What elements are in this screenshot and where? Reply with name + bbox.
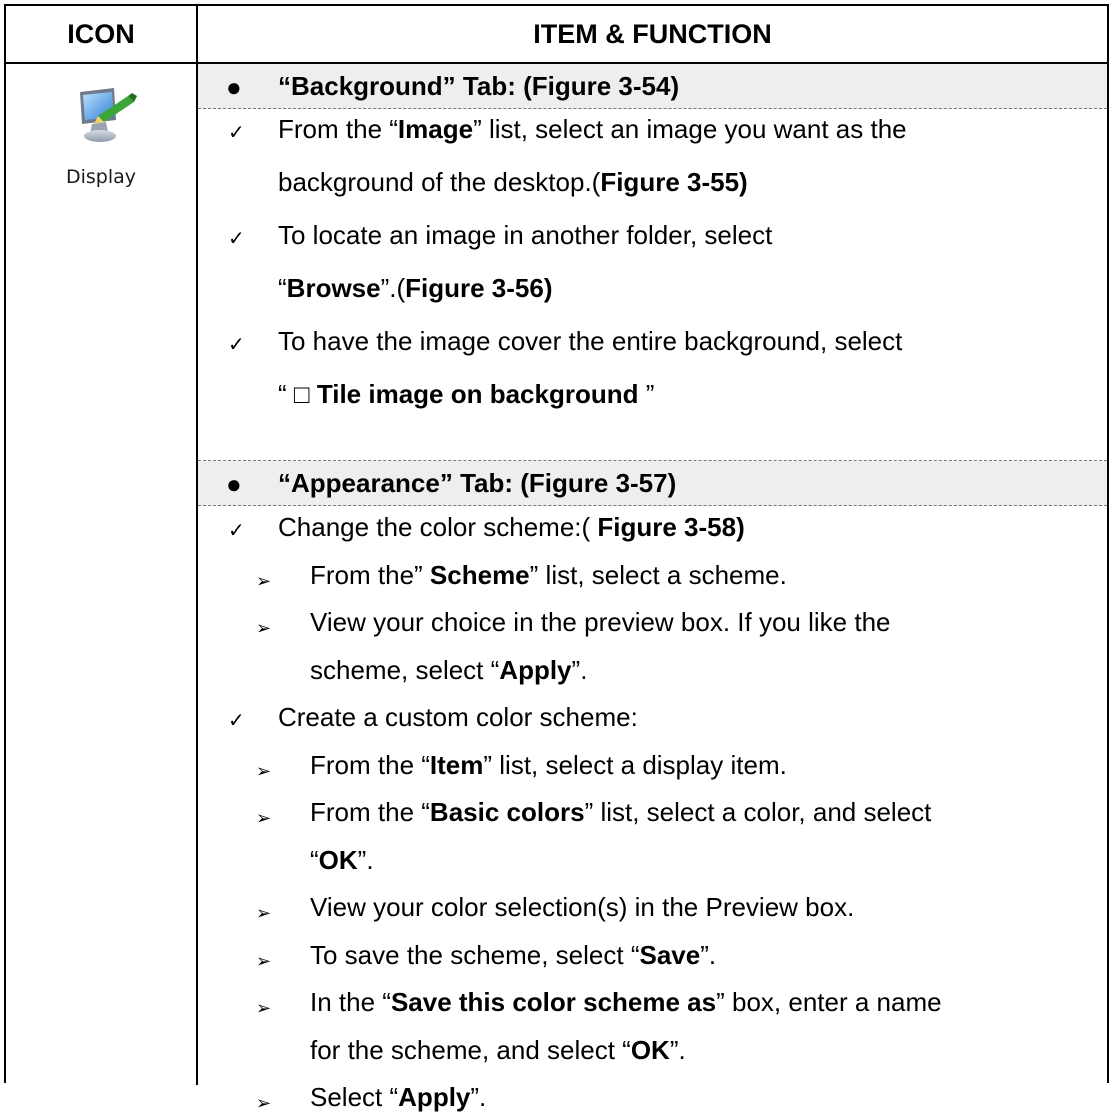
text-fragment: for the scheme, and select “ xyxy=(310,1034,631,1065)
text-fragment: “ xyxy=(278,273,287,303)
bold-term: Save this color scheme as xyxy=(390,987,717,1017)
list-item-text: background of the desktop.(Figure 3-55) xyxy=(278,167,748,197)
bold-term: Apply xyxy=(499,654,572,685)
checkmark-icon: ✓ xyxy=(228,228,245,250)
background-tab-heading: ● “Background” Tab: (Figure 3-54) xyxy=(198,64,1107,109)
text-fragment: To save the scheme, select “ xyxy=(310,939,640,970)
arrow-bullet-icon: ➢ xyxy=(256,618,272,638)
arrow-bullet-icon: ➢ xyxy=(256,1093,272,1113)
text-fragment: Select “ xyxy=(310,1082,399,1112)
bold-term: Figure 3-58) xyxy=(597,512,745,542)
text-fragment: From the “ xyxy=(278,114,398,144)
arrow-bullet-icon: ➢ xyxy=(256,998,272,1018)
list-item-text: “OK”. xyxy=(310,845,374,875)
text-fragment: Change the color scheme:( xyxy=(278,512,598,542)
checkmark-icon: ✓ xyxy=(228,334,245,356)
list-item-text: View your choice in the preview box. If … xyxy=(310,607,891,637)
bold-term: Basic colors xyxy=(429,797,585,827)
list-item-text: for the scheme, and select “OK”. xyxy=(310,1035,686,1065)
list-item-text: View your color selection(s) in the Prev… xyxy=(310,892,854,922)
text-fragment: ” xyxy=(638,379,655,409)
bold-term: Browse xyxy=(286,273,381,303)
text-fragment: ” list, select a display item. xyxy=(483,749,787,780)
bold-term: Save xyxy=(639,939,701,970)
list-item-text: “Browse”.(Figure 3-56) xyxy=(278,273,553,303)
bold-term: Figure 3-56) xyxy=(405,273,553,303)
display-icon-label: Display xyxy=(65,166,137,188)
checkmark-icon: ✓ xyxy=(228,520,245,542)
text-fragment: ” box, enter a name xyxy=(716,987,942,1017)
text-fragment: ”. xyxy=(357,844,374,875)
header-icon-column: ICON xyxy=(6,6,198,62)
bold-term: Tile image on background xyxy=(316,379,639,409)
header-function-column: ITEM & FUNCTION xyxy=(533,18,772,49)
list-item-text: To locate an image in another folder, se… xyxy=(278,220,772,250)
list-item-text: Change the color scheme:( Figure 3-58) xyxy=(278,512,745,542)
bold-term: Image xyxy=(397,114,474,144)
list-item-text: scheme, select “Apply”. xyxy=(310,655,587,685)
list-item-text: From the” Scheme” list, select a scheme. xyxy=(310,560,787,590)
text-fragment: View your color selection(s) in the Prev… xyxy=(310,892,855,922)
text-fragment: ” list, select an image you want as the xyxy=(473,114,907,144)
text-fragment: Create a custom color scheme: xyxy=(278,702,638,732)
text-fragment: From the” xyxy=(310,559,430,590)
function-cell: ● “Background” Tab: (Figure 3-54) ✓ From … xyxy=(198,64,1107,1113)
arrow-bullet-icon: ➢ xyxy=(256,760,272,781)
arrow-bullet-icon: ➢ xyxy=(256,950,272,971)
text-fragment: scheme, select “ xyxy=(310,654,500,685)
text-fragment: To locate an image in another folder, se… xyxy=(278,220,773,250)
checkmark-icon: ✓ xyxy=(228,710,245,732)
list-item-text: “ □ Tile image on background ” xyxy=(278,379,654,409)
text-fragment: View your choice in the preview box. If … xyxy=(310,607,891,637)
list-item-text: From the “Image” list, select an image y… xyxy=(278,114,907,144)
list-item-text: Select “Apply”. xyxy=(310,1082,486,1112)
text-fragment: ”. xyxy=(470,1082,487,1112)
list-item-text: To have the image cover the entire backg… xyxy=(278,326,902,356)
function-table: ICON ITEM & FUNCTION Display ● “Backgrou… xyxy=(4,4,1109,1113)
text-fragment: ” list, select a scheme. xyxy=(529,559,787,590)
text-fragment: From the “ xyxy=(310,797,430,827)
text-fragment: “ □ xyxy=(278,379,317,409)
text-fragment: From the “ xyxy=(310,749,430,780)
background-tab-title: “Background” Tab: (Figure 3-54) xyxy=(278,71,680,101)
list-item-text: From the “Item” list, select a display i… xyxy=(310,750,787,780)
bold-term: Scheme xyxy=(429,559,530,590)
bold-term: OK xyxy=(318,844,358,875)
list-item-text: Create a custom color scheme: xyxy=(278,702,638,732)
text-fragment: ”. xyxy=(669,1034,686,1065)
appearance-tab-heading: ● “Appearance” Tab: (Figure 3-57) xyxy=(198,461,1107,506)
icon-cell: Display xyxy=(6,64,198,1085)
list-item-text: To save the scheme, select “Save”. xyxy=(310,940,716,970)
arrow-bullet-icon: ➢ xyxy=(256,808,272,828)
text-fragment: ”.( xyxy=(380,273,406,303)
text-fragment: “ xyxy=(310,844,319,875)
table-header: ICON ITEM & FUNCTION xyxy=(6,6,1107,64)
bold-term: Apply xyxy=(398,1082,471,1112)
text-fragment: ”. xyxy=(571,654,588,685)
bold-term: OK xyxy=(630,1034,670,1065)
bullet: ● xyxy=(226,72,242,102)
text-fragment: background of the desktop.( xyxy=(278,167,601,197)
bold-term: Figure 3-55) xyxy=(600,167,748,197)
text-fragment: In the “ xyxy=(310,987,391,1017)
text-fragment: To have the image cover the entire backg… xyxy=(278,326,903,356)
arrow-bullet-icon: ➢ xyxy=(256,903,272,923)
bold-term: Item xyxy=(429,749,484,780)
list-item-text: From the “Basic colors” list, select a c… xyxy=(310,797,931,827)
text-fragment: ” list, select a color, and select xyxy=(584,797,932,827)
list-item-text: In the “Save this color scheme as” box, … xyxy=(310,987,942,1017)
text-fragment: ”. xyxy=(700,939,717,970)
arrow-bullet-icon: ➢ xyxy=(256,570,272,591)
bullet: ● xyxy=(226,469,242,499)
display-icon xyxy=(80,88,137,142)
appearance-tab-title: “Appearance” Tab: (Figure 3-57) xyxy=(278,468,677,498)
checkmark-icon: ✓ xyxy=(228,122,245,144)
